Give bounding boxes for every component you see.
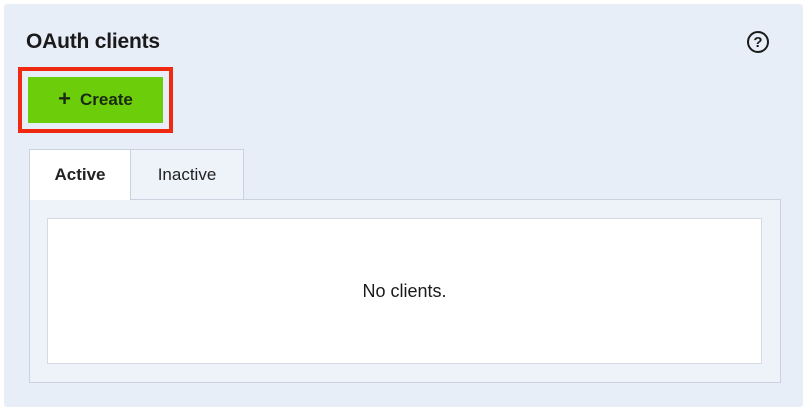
page-title: OAuth clients [26, 30, 160, 53]
create-button-label: Create [79, 90, 133, 109]
empty-state-message: No clients. [362, 280, 447, 301]
create-button[interactable]: + Create [28, 77, 163, 123]
plus-icon: + [58, 86, 71, 111]
help-icon[interactable]: ? [747, 31, 769, 53]
tab-inactive[interactable]: Inactive [131, 149, 244, 200]
clients-list: No clients. [47, 218, 762, 364]
tab-active[interactable]: Active [29, 149, 131, 200]
